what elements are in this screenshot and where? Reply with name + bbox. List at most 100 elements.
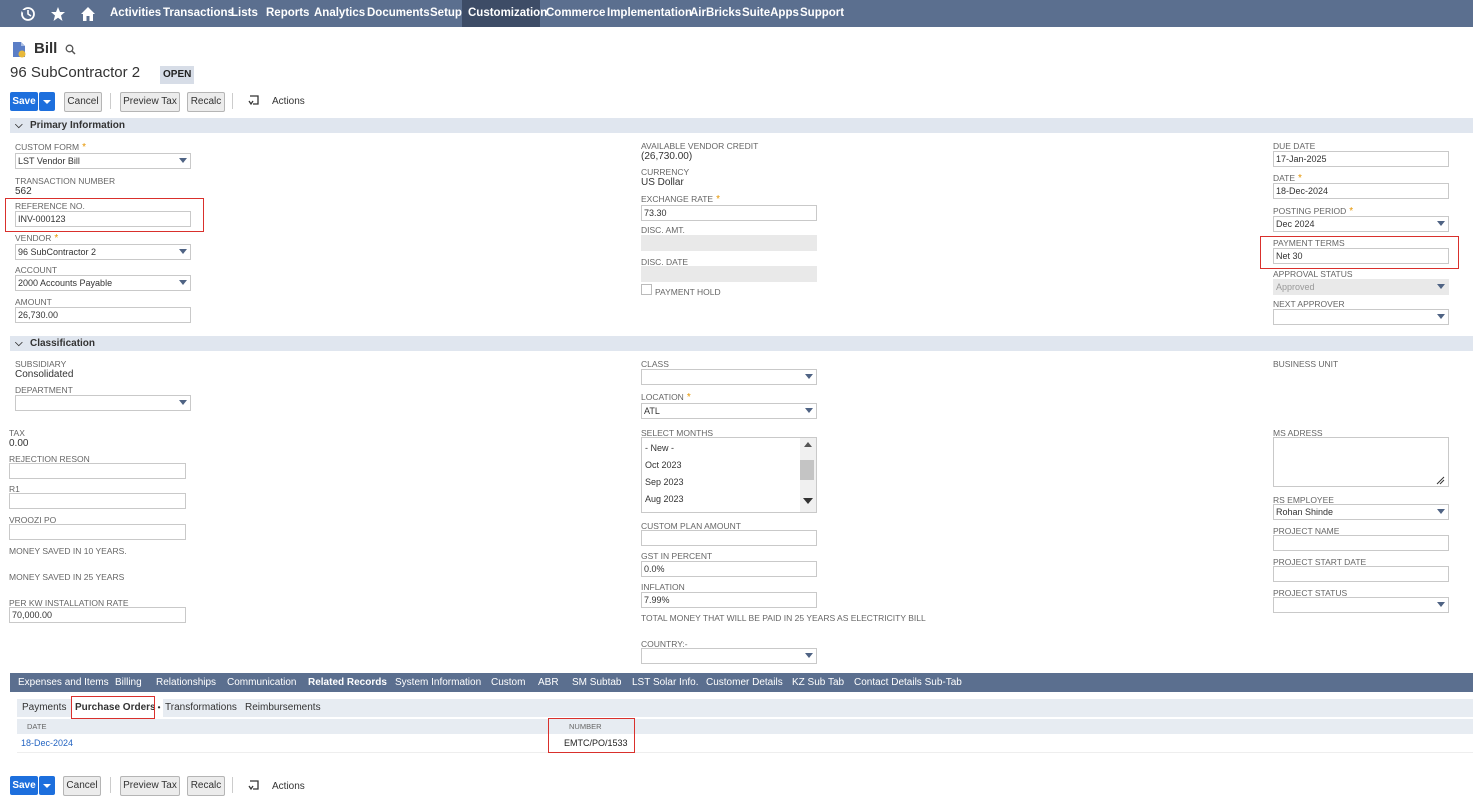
subsidiary-label: SUBSIDIARY <box>15 359 67 369</box>
tax-value: 0.00 <box>9 438 29 449</box>
scrollbar[interactable] <box>800 438 816 512</box>
actions-menu[interactable]: Actions <box>272 96 305 107</box>
disc-amt-input <box>641 235 817 251</box>
save-button-bottom[interactable]: Save <box>10 776 38 795</box>
save-button[interactable]: Save <box>10 92 38 111</box>
recalc-button[interactable]: Recalc <box>187 92 225 112</box>
subsidiary-value: Consolidated <box>15 369 74 380</box>
preview-tax-button-bottom[interactable]: Preview Tax <box>120 776 180 796</box>
list-item[interactable]: Sep 2023 <box>645 477 684 487</box>
inflation-input[interactable]: 7.99% <box>641 592 817 608</box>
tab-relationships[interactable]: Relationships <box>156 673 216 692</box>
dropdown-arrow-icon <box>805 374 813 379</box>
transaction-number-label: TRANSACTION NUMBER <box>15 176 116 186</box>
favorites-star-icon[interactable] <box>49 5 67 23</box>
business-unit-label: BUSINESS UNIT <box>1273 359 1339 369</box>
recalc-button-bottom[interactable]: Recalc <box>187 776 225 796</box>
account-select[interactable]: 2000 Accounts Payable <box>15 275 191 291</box>
class-select[interactable] <box>641 369 817 385</box>
money-saved-10-label: MONEY SAVED IN 10 YEARS. <box>9 546 127 556</box>
tab-billing[interactable]: Billing <box>115 673 142 692</box>
due-date-input[interactable]: 17-Jan-2025 <box>1273 151 1449 167</box>
nav-customization[interactable]: Customization <box>462 0 547 27</box>
disc-amt-label: DISC. AMT. <box>641 225 685 235</box>
tab-sm-subtab[interactable]: SM Subtab <box>572 673 621 692</box>
list-item[interactable]: - New - <box>645 443 674 453</box>
tab-customer-details[interactable]: Customer Details <box>706 673 783 692</box>
tab-custom[interactable]: Custom <box>491 673 525 692</box>
section-classification[interactable]: ⌵ Classification <box>10 336 1473 351</box>
gst-in-percent-label: GST IN PERCENT <box>641 551 713 561</box>
r1-input[interactable] <box>9 493 186 509</box>
nav-lists[interactable]: Lists <box>225 0 264 27</box>
scroll-up-icon[interactable] <box>804 442 812 447</box>
tab-abr[interactable]: ABR <box>538 673 559 692</box>
tab-expenses-and-items[interactable]: Expenses and Items <box>18 673 109 692</box>
scroll-down-icon[interactable] <box>803 498 813 504</box>
chevron-down-icon: ⌵ <box>15 338 23 349</box>
custom-plan-amount-input[interactable] <box>641 530 817 546</box>
amount-input[interactable]: 26,730.00 <box>15 307 191 323</box>
actions-menu-bottom[interactable]: Actions <box>272 781 305 792</box>
row-date-link[interactable]: 18-Dec-2024 <box>21 738 73 748</box>
vendor-select[interactable]: 96 SubContractor 2 <box>15 244 191 260</box>
transaction-number-value: 562 <box>15 186 32 197</box>
disc-date-input <box>641 266 817 282</box>
section-primary-information[interactable]: ⌵ Primary Information <box>10 118 1473 133</box>
payment-hold-checkbox[interactable] <box>641 284 652 295</box>
toolbar-divider <box>110 93 111 109</box>
save-options-dropdown-bottom[interactable] <box>39 776 55 795</box>
next-approver-select[interactable] <box>1273 309 1449 325</box>
cancel-button[interactable]: Cancel <box>64 92 102 112</box>
subtab-payments[interactable]: Payments <box>22 699 66 717</box>
project-status-select[interactable] <box>1273 597 1449 613</box>
preview-tax-button[interactable]: Preview Tax <box>120 92 180 112</box>
tab-communication[interactable]: Communication <box>227 673 296 692</box>
tab-contact-details-sub-tab[interactable]: Contact Details Sub-Tab <box>854 673 962 692</box>
select-months-listbox[interactable]: - New - Oct 2023 Sep 2023 Aug 2023 <box>641 437 817 513</box>
toolbar-divider <box>232 93 233 109</box>
save-options-dropdown[interactable] <box>39 92 55 111</box>
date-input[interactable]: 18-Dec-2024 <box>1273 183 1449 199</box>
ms-adress-textarea[interactable] <box>1273 437 1449 487</box>
tab-system-information[interactable]: System Information <box>395 673 481 692</box>
due-date-label: DUE DATE <box>1273 141 1316 151</box>
posting-period-select[interactable]: Dec 2024 <box>1273 216 1449 232</box>
department-select[interactable] <box>15 395 191 411</box>
per-kw-rate-input[interactable]: 70,000.00 <box>9 607 186 623</box>
actions-icon[interactable] <box>247 93 261 107</box>
chevron-down-icon <box>43 100 51 104</box>
rs-employee-select[interactable]: Rohan Shinde <box>1273 504 1449 520</box>
gst-in-percent-input[interactable]: 0.0% <box>641 561 817 577</box>
project-name-input[interactable] <box>1273 535 1449 551</box>
scrollbar-thumb[interactable] <box>800 460 814 480</box>
actions-icon[interactable] <box>247 778 261 792</box>
recent-records-icon[interactable] <box>19 5 37 23</box>
purchase-orders-grid-header: DATE NUMBER <box>17 719 1473 734</box>
tab-related-records[interactable]: Related Records <box>308 673 387 692</box>
exchange-rate-input[interactable]: 73.30 <box>641 205 817 221</box>
tab-kz-sub-tab[interactable]: KZ Sub Tab <box>792 673 844 692</box>
home-icon[interactable] <box>79 5 97 23</box>
resize-handle-icon[interactable] <box>1435 475 1445 485</box>
country-select[interactable] <box>641 648 817 664</box>
list-item[interactable]: Aug 2023 <box>645 494 684 504</box>
vroozi-po-input[interactable] <box>9 524 186 540</box>
tab-lst-solar-info[interactable]: LST Solar Info. <box>632 673 699 692</box>
approval-status-label: APPROVAL STATUS <box>1273 269 1353 279</box>
highlight-purchase-orders <box>71 696 155 719</box>
list-item[interactable]: Oct 2023 <box>645 460 682 470</box>
column-header-date[interactable]: DATE <box>27 722 46 731</box>
dropdown-arrow-icon <box>179 158 187 163</box>
search-icon[interactable] <box>65 44 76 55</box>
project-start-date-input[interactable] <box>1273 566 1449 582</box>
custom-form-select[interactable]: LST Vendor Bill <box>15 153 191 169</box>
dropdown-arrow-icon <box>805 408 813 413</box>
subtab-transformations[interactable]: Transformations <box>165 699 237 717</box>
cancel-button-bottom[interactable]: Cancel <box>63 776 101 796</box>
chevron-down-icon <box>43 784 51 788</box>
location-select[interactable]: ATL <box>641 403 817 419</box>
subtab-reimbursements[interactable]: Reimbursements <box>245 699 321 717</box>
nav-support[interactable]: Support <box>794 0 850 27</box>
rejection-reson-input[interactable] <box>9 463 186 479</box>
